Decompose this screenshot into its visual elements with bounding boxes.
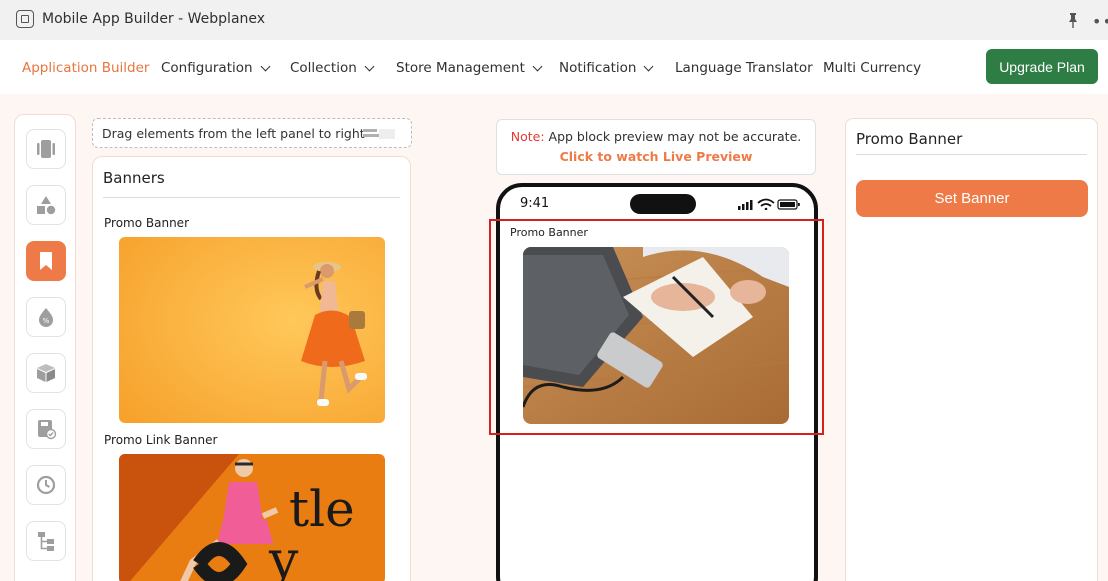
nav-configuration[interactable]: Configuration (161, 60, 271, 76)
box-icon (37, 364, 55, 382)
title-bar: Mobile App Builder - Webplanex ••• (0, 0, 1108, 40)
nav-multi-currency[interactable]: Multi Currency (823, 60, 921, 76)
window-title: Mobile App Builder - Webplanex (42, 11, 266, 27)
upgrade-plan-button[interactable]: Upgrade Plan (986, 49, 1098, 84)
promo-banner-label: Promo Banner (104, 216, 189, 230)
bookmark-icon (40, 252, 52, 270)
app-icon (16, 10, 34, 28)
drag-handle-icon (363, 129, 395, 139)
pin-icon[interactable] (1066, 12, 1080, 28)
chevron-down-icon (260, 61, 271, 71)
hierarchy-icon (38, 532, 54, 551)
signal-icon (738, 200, 753, 210)
nav-language-translator[interactable]: Language Translator (675, 60, 813, 76)
promo-banner-item[interactable] (119, 237, 385, 423)
settings-panel: Promo Banner Set Banner (845, 118, 1098, 581)
rail-shapes-button[interactable] (26, 185, 66, 225)
promo-banner-image (119, 237, 385, 423)
wifi-icon (757, 198, 775, 210)
promo-link-banner-image: tle y (119, 454, 385, 581)
rail-hierarchy-button[interactable] (26, 521, 66, 561)
nav-collection[interactable]: Collection (290, 60, 375, 76)
shapes-icon (37, 196, 56, 215)
rail-history-button[interactable] (26, 465, 66, 505)
nav-notification[interactable]: Notification (559, 60, 654, 76)
note-label: Note: (510, 129, 545, 144)
svg-text:y: y (268, 531, 299, 581)
svg-text:tle: tle (289, 480, 355, 538)
dynamic-island (630, 194, 696, 214)
svg-text:%: % (43, 317, 50, 325)
promo-link-banner-item[interactable]: tle y (119, 454, 385, 581)
note-text: App block preview may not be accurate. (544, 129, 802, 144)
history-icon (36, 475, 56, 495)
promo-link-banner-label: Promo Link Banner (104, 433, 218, 447)
drag-hint: Drag elements from the left panel to rig… (92, 118, 412, 148)
save-check-icon (38, 420, 57, 440)
nav-application-builder[interactable]: Application Builder (22, 60, 149, 76)
more-icon[interactable]: ••• (1092, 12, 1108, 31)
preview-note: Note: App block preview may not be accur… (496, 119, 816, 175)
battery-icon (777, 199, 800, 210)
rail-save-button[interactable] (26, 409, 66, 449)
rail-layout-button[interactable] (26, 129, 66, 169)
rail-product-button[interactable] (26, 353, 66, 393)
phone-layout-icon (37, 140, 55, 158)
set-banner-button[interactable]: Set Banner (856, 180, 1088, 217)
top-nav: Application Builder Configuration Collec… (0, 40, 1108, 94)
rail-discount-button[interactable]: % (26, 297, 66, 337)
element-rail: % (14, 114, 76, 581)
status-icons (738, 198, 800, 210)
divider (103, 197, 400, 198)
chevron-down-icon (644, 61, 654, 71)
settings-title: Promo Banner (856, 130, 963, 148)
nav-store-management[interactable]: Store Management (396, 60, 543, 76)
divider (856, 154, 1087, 155)
chevron-down-icon (364, 61, 375, 71)
drag-hint-text: Drag elements from the left panel to rig… (102, 126, 365, 141)
live-preview-link[interactable]: Click to watch Live Preview (497, 149, 815, 164)
panel-title: Banners (103, 169, 165, 187)
selection-highlight (489, 219, 824, 435)
banners-panel: Banners Promo Banner Promo Link Banner t… (92, 156, 411, 581)
chevron-down-icon (532, 61, 543, 71)
rail-banner-button[interactable] (26, 241, 66, 281)
status-time: 9:41 (520, 196, 550, 211)
discount-icon: % (39, 308, 53, 327)
